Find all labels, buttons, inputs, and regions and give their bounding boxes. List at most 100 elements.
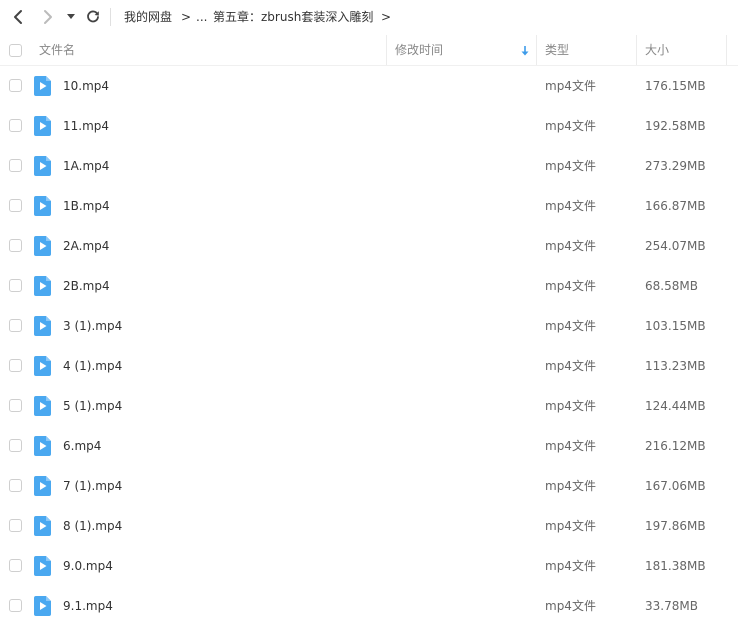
- file-name[interactable]: 7 (1).mp4: [63, 478, 122, 494]
- chevron-right-icon: [44, 10, 52, 24]
- breadcrumb-current[interactable]: 第五章：zbrush套装深入雕刻: [213, 9, 373, 25]
- file-type: mp4文件: [545, 199, 596, 213]
- column-divider[interactable]: [636, 35, 637, 65]
- file-row[interactable]: 9.0.mp4 mp4文件 181.38MB: [0, 546, 738, 586]
- column-modified[interactable]: 修改时间: [395, 35, 443, 65]
- file-name[interactable]: 8 (1).mp4: [63, 518, 122, 534]
- file-row[interactable]: 7 (1).mp4 mp4文件 167.06MB: [0, 466, 738, 506]
- video-file-icon: [34, 276, 51, 296]
- row-checkbox[interactable]: [9, 559, 22, 572]
- file-name[interactable]: 9.0.mp4: [63, 558, 113, 574]
- row-checkbox[interactable]: [9, 439, 22, 452]
- file-size: 192.58MB: [645, 119, 706, 133]
- column-divider[interactable]: [726, 35, 727, 65]
- breadcrumb-separator[interactable]: >: [381, 9, 391, 25]
- refresh-button[interactable]: [82, 7, 104, 27]
- row-checkbox[interactable]: [9, 279, 22, 292]
- file-row[interactable]: 11.mp4 mp4文件 192.58MB: [0, 106, 738, 146]
- file-row[interactable]: 1A.mp4 mp4文件 273.29MB: [0, 146, 738, 186]
- video-file-icon: [34, 556, 51, 576]
- video-file-icon: [34, 156, 51, 176]
- row-checkbox[interactable]: [9, 79, 22, 92]
- select-all-checkbox[interactable]: [9, 44, 22, 57]
- file-size: 273.29MB: [645, 159, 706, 173]
- file-type: mp4文件: [545, 359, 596, 373]
- column-type[interactable]: 类型: [545, 35, 569, 65]
- column-size[interactable]: 大小: [645, 35, 669, 65]
- file-type: mp4文件: [545, 479, 596, 493]
- file-row[interactable]: 1B.mp4 mp4文件 166.87MB: [0, 186, 738, 226]
- row-checkbox[interactable]: [9, 119, 22, 132]
- file-size: 113.23MB: [645, 359, 706, 373]
- file-name[interactable]: 6.mp4: [63, 438, 101, 454]
- file-type: mp4文件: [545, 519, 596, 533]
- column-name[interactable]: 文件名: [39, 35, 75, 65]
- file-size: 68.58MB: [645, 279, 698, 293]
- video-file-icon: [34, 196, 51, 216]
- file-type: mp4文件: [545, 559, 596, 573]
- file-name[interactable]: 1A.mp4: [63, 158, 109, 174]
- history-dropdown-button[interactable]: [62, 7, 80, 27]
- file-size: 124.44MB: [645, 399, 706, 413]
- row-checkbox[interactable]: [9, 359, 22, 372]
- file-name[interactable]: 5 (1).mp4: [63, 398, 122, 414]
- row-checkbox[interactable]: [9, 239, 22, 252]
- file-name[interactable]: 11.mp4: [63, 118, 109, 134]
- video-file-icon: [34, 116, 51, 136]
- forward-button[interactable]: [37, 7, 59, 27]
- file-name[interactable]: 3 (1).mp4: [63, 318, 122, 334]
- back-button[interactable]: [7, 7, 29, 27]
- row-checkbox[interactable]: [9, 319, 22, 332]
- file-type: mp4文件: [545, 279, 596, 293]
- file-row[interactable]: 5 (1).mp4 mp4文件 124.44MB: [0, 386, 738, 426]
- row-checkbox[interactable]: [9, 479, 22, 492]
- file-size: 167.06MB: [645, 479, 706, 493]
- breadcrumb-root[interactable]: 我的网盘: [124, 9, 172, 25]
- file-row[interactable]: 2A.mp4 mp4文件 254.07MB: [0, 226, 738, 266]
- row-checkbox[interactable]: [9, 519, 22, 532]
- file-row[interactable]: 6.mp4 mp4文件 216.12MB: [0, 426, 738, 466]
- column-header: 文件名 修改时间 类型 大小: [0, 35, 738, 66]
- file-type: mp4文件: [545, 79, 596, 93]
- file-row[interactable]: 8 (1).mp4 mp4文件 197.86MB: [0, 506, 738, 546]
- video-file-icon: [34, 316, 51, 336]
- file-size: 176.15MB: [645, 79, 706, 93]
- file-type: mp4文件: [545, 159, 596, 173]
- file-name[interactable]: 1B.mp4: [63, 198, 110, 214]
- dropdown-caret-icon: [67, 14, 75, 19]
- file-type: mp4文件: [545, 399, 596, 413]
- chevron-left-icon: [14, 10, 22, 24]
- file-row[interactable]: 10.mp4 mp4文件 176.15MB: [0, 66, 738, 106]
- video-file-icon: [34, 476, 51, 496]
- video-file-icon: [34, 516, 51, 536]
- toolbar: 我的网盘 > ... 第五章：zbrush套装深入雕刻 >: [0, 0, 738, 34]
- file-name[interactable]: 10.mp4: [63, 78, 109, 94]
- file-row[interactable]: 9.1.mp4 mp4文件 33.78MB: [0, 586, 738, 626]
- file-name[interactable]: 2B.mp4: [63, 278, 110, 294]
- file-row[interactable]: 3 (1).mp4 mp4文件 103.15MB: [0, 306, 738, 346]
- file-type: mp4文件: [545, 599, 596, 613]
- row-checkbox[interactable]: [9, 159, 22, 172]
- row-checkbox[interactable]: [9, 599, 22, 612]
- breadcrumb-ellipsis[interactable]: ...: [196, 9, 207, 25]
- sort-down-arrow-icon[interactable]: [521, 35, 529, 65]
- file-type: mp4文件: [545, 239, 596, 253]
- file-row[interactable]: 4 (1).mp4 mp4文件 113.23MB: [0, 346, 738, 386]
- video-file-icon: [34, 396, 51, 416]
- column-divider[interactable]: [536, 35, 537, 65]
- video-file-icon: [34, 76, 51, 96]
- row-checkbox[interactable]: [9, 199, 22, 212]
- toolbar-divider: [110, 8, 111, 26]
- file-name[interactable]: 4 (1).mp4: [63, 358, 122, 374]
- file-size: 216.12MB: [645, 439, 706, 453]
- file-type: mp4文件: [545, 319, 596, 333]
- file-row[interactable]: 2B.mp4 mp4文件 68.58MB: [0, 266, 738, 306]
- file-type: mp4文件: [545, 439, 596, 453]
- file-name[interactable]: 2A.mp4: [63, 238, 109, 254]
- column-divider[interactable]: [386, 35, 387, 65]
- row-checkbox[interactable]: [9, 399, 22, 412]
- file-type: mp4文件: [545, 119, 596, 133]
- file-size: 181.38MB: [645, 559, 706, 573]
- file-size: 103.15MB: [645, 319, 706, 333]
- file-name[interactable]: 9.1.mp4: [63, 598, 113, 614]
